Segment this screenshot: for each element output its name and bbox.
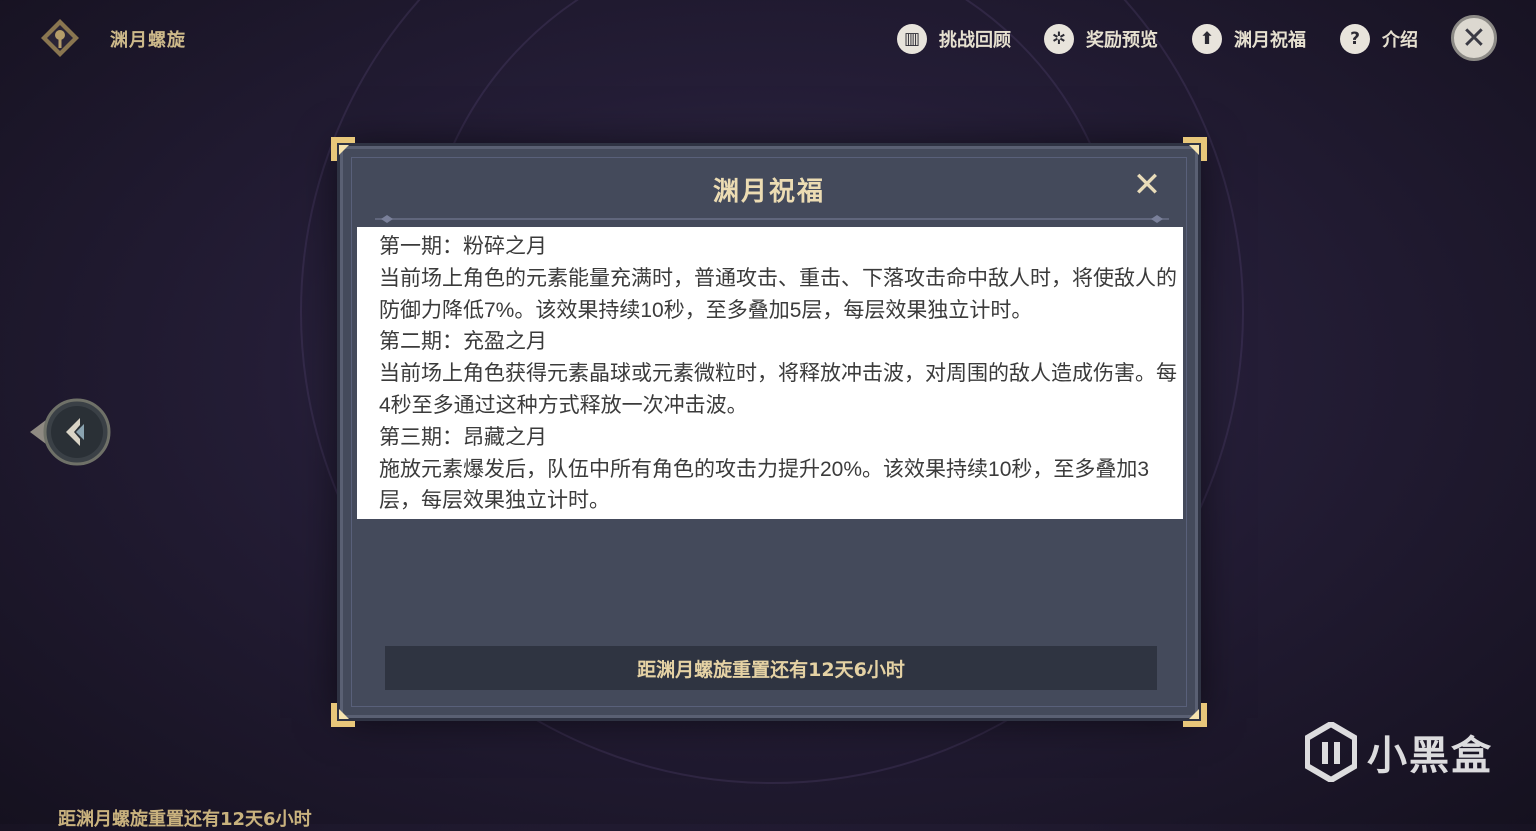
watermark: 小黑盒 (1305, 722, 1493, 782)
title-divider (375, 215, 1169, 223)
period-heading: 第二期：充盈之月 (379, 330, 547, 354)
corner-ornament-icon (331, 703, 355, 727)
corner-ornament-icon (331, 137, 355, 161)
period-description: 当前场上角色获得元素晶球或元素微粒时，将释放冲击波，对周围的敌人造成伤害。每4秒… (379, 362, 1177, 417)
page-title: 渊月螺旋 (110, 30, 186, 51)
close-icon: ✕ (1132, 165, 1162, 205)
dialog-close-button[interactable]: ✕ (1129, 165, 1165, 205)
corner-ornament-icon (1183, 703, 1207, 727)
challenge-review-button[interactable]: ▥ 挑战回顾 (897, 22, 1011, 56)
book-icon: ▥ (897, 24, 927, 54)
abyss-blessing-button[interactable]: ⬆ 渊月祝福 (1192, 22, 1306, 56)
blessing-description: 第一期：粉碎之月 当前场上角色的元素能量充满时，普通攻击、重击、下落攻击命中敌人… (357, 227, 1183, 519)
intro-button[interactable]: ? 介绍 (1340, 22, 1418, 56)
upload-arrow-icon: ⬆ (1192, 24, 1222, 54)
nav-label: 介绍 (1382, 30, 1418, 51)
reward-preview-button[interactable]: ✲ 奖励预览 (1044, 22, 1158, 56)
previous-floor-button[interactable] (30, 398, 112, 466)
period-heading: 第三期：昂藏之月 (379, 425, 547, 449)
heybox-logo-icon (1305, 722, 1357, 782)
nav-label: 奖励预览 (1086, 30, 1158, 51)
period-description: 当前场上角色的元素能量充满时，普通攻击、重击、下落攻击命中敌人时，将使敌人的防御… (379, 266, 1177, 322)
corner-ornament-icon (1183, 137, 1207, 161)
dialog-title: 渊月祝福 (712, 177, 825, 207)
close-button[interactable]: ✕ (1451, 15, 1497, 61)
reset-countdown: 距渊月螺旋重置还有12天6小时 (385, 646, 1157, 690)
top-bar: 渊月螺旋 ▥ 挑战回顾 ✲ 奖励预览 ⬆ 渊月祝福 ? 介绍 ✕ (0, 0, 1536, 78)
period-description: 施放元素爆发后，队伍中所有角色的攻击力提升20%。该效果持续10秒，至多叠加3层… (379, 457, 1150, 513)
gear-icon: ✲ (1044, 24, 1074, 54)
close-icon: ✕ (1461, 20, 1487, 56)
abyss-logo-icon (41, 19, 79, 57)
watermark-text: 小黑盒 (1367, 733, 1493, 779)
question-icon: ? (1340, 24, 1370, 54)
bottom-reset-countdown: 距渊月螺旋重置还有12天6小时 (58, 809, 312, 830)
nav-label: 渊月祝福 (1234, 30, 1306, 51)
nav-label: 挑战回顾 (939, 30, 1011, 51)
blessing-dialog: 渊月祝福 ✕ 第一期：粉碎之月 当前场上角色的元素能量充满时，普通攻击、重击、下… (331, 137, 1207, 727)
period-heading: 第一期：粉碎之月 (379, 235, 547, 258)
